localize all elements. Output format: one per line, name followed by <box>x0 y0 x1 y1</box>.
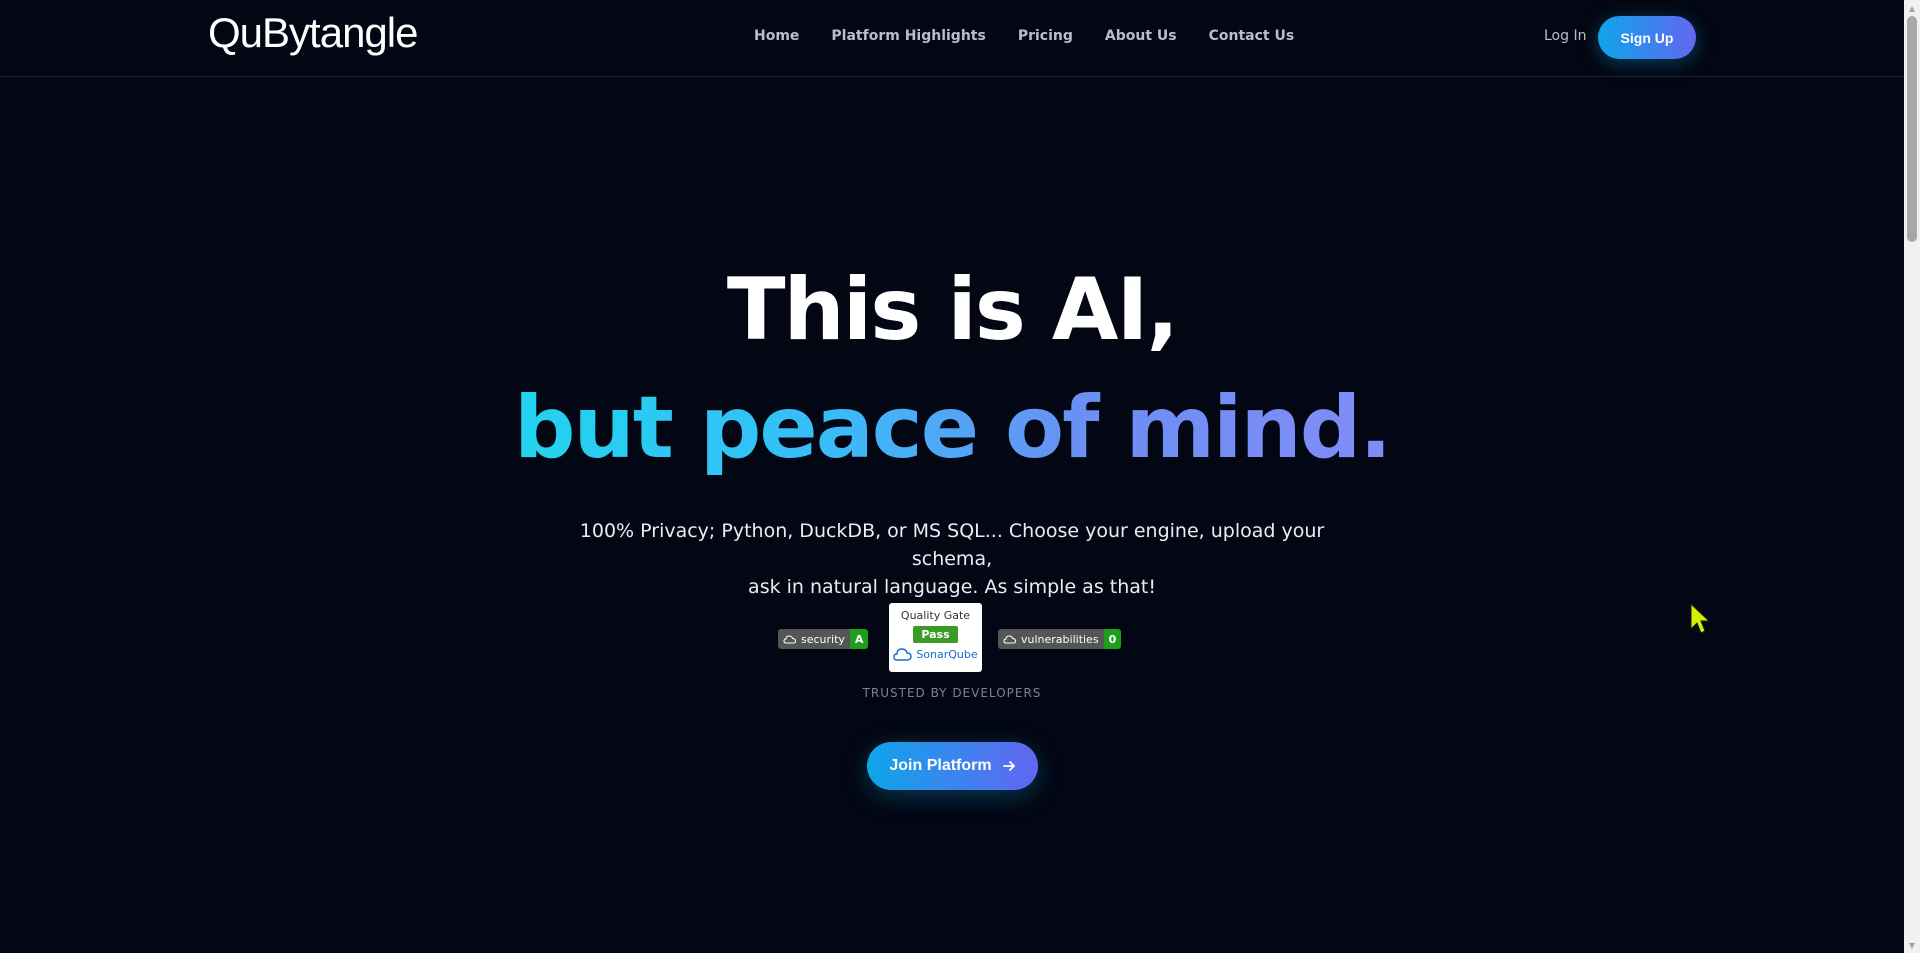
sonarqube-brand: SonarQube <box>889 646 982 662</box>
nav-home[interactable]: Home <box>754 28 799 44</box>
page: QuBytangle Home Platform Highlights Pric… <box>0 0 1920 953</box>
nav-contact-us[interactable]: Contact Us <box>1209 28 1295 44</box>
logo[interactable]: QuBytangle <box>208 9 418 57</box>
join-platform-label: Join Platform <box>889 757 992 774</box>
scrollbar-thumb[interactable] <box>1907 16 1917 242</box>
security-badge[interactable]: security A <box>778 629 869 649</box>
join-platform-button[interactable]: Join Platform <box>867 742 1038 790</box>
sonar-cloud-icon <box>893 648 913 661</box>
vulnerabilities-badge[interactable]: vulnerabilities 0 <box>998 629 1122 649</box>
site-header: QuBytangle Home Platform Highlights Pric… <box>0 0 1904 77</box>
arrow-right-icon <box>1002 761 1015 771</box>
signup-button[interactable]: Sign Up <box>1598 16 1696 59</box>
cursor-icon <box>1690 603 1711 634</box>
vulnerabilities-badge-label-wrap: vulnerabilities <box>998 629 1104 649</box>
nav-pricing[interactable]: Pricing <box>1018 28 1073 44</box>
vertical-scrollbar[interactable]: ▲ ▼ <box>1904 0 1920 953</box>
vulnerabilities-badge-label: vulnerabilities <box>1021 632 1099 646</box>
security-badge-value: A <box>849 629 869 649</box>
hero-subtitle-line1: 100% Privacy; Python, DuckDB, or MS SQL.… <box>579 520 1325 570</box>
vulnerabilities-badge-value: 0 <box>1103 629 1122 649</box>
trusted-by-developers: TRUSTED BY DEVELOPERS <box>862 686 1042 700</box>
hero-subtitle-line2: ask in natural language. As simple as th… <box>748 576 1156 598</box>
sonar-cloud-icon <box>783 635 797 644</box>
login-link[interactable]: Log In <box>1544 28 1586 44</box>
quality-gate-status: Pass <box>913 626 958 643</box>
hero-title-gradient: but peace of mind. <box>514 378 1392 478</box>
main-nav: Home Platform Highlights Pricing About U… <box>754 28 1294 44</box>
quality-gate-badge[interactable]: Quality Gate Pass SonarQube <box>889 603 982 672</box>
hero-subtitle: 100% Privacy; Python, DuckDB, or MS SQL.… <box>552 517 1352 601</box>
hero-title-line2: but peace of mind. <box>0 373 1904 483</box>
hero-title-line1: This is AI, <box>726 260 1179 360</box>
nav-about-us[interactable]: About Us <box>1105 28 1177 44</box>
scroll-down-arrow-icon[interactable]: ▼ <box>1904 937 1920 953</box>
sonar-cloud-icon <box>1003 635 1017 644</box>
quality-gate-title: Quality Gate <box>900 609 971 622</box>
nav-platform-highlights[interactable]: Platform Highlights <box>831 28 985 44</box>
security-badge-label: security <box>801 632 845 646</box>
security-badge-label-wrap: security <box>778 629 850 649</box>
scroll-up-arrow-icon[interactable]: ▲ <box>1904 0 1920 16</box>
sonarqube-label: SonarQube <box>916 647 978 661</box>
